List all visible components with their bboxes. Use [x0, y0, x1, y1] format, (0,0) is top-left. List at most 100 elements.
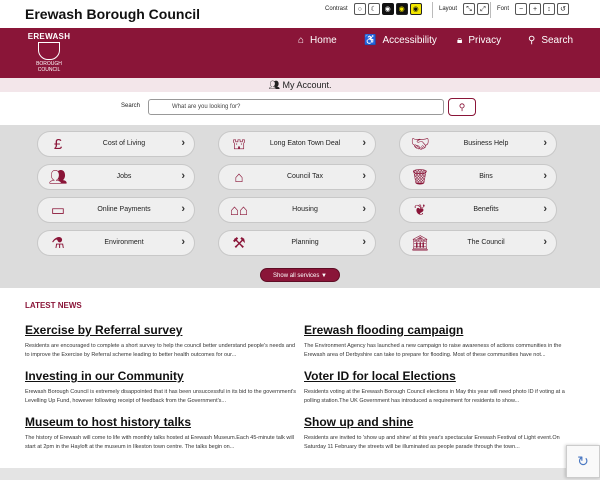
- nav-search-label: Search: [541, 35, 574, 46]
- people-group-icon: 👥︎: [48, 169, 68, 186]
- council-building-icon: 🏛︎: [410, 235, 430, 252]
- nav-accessibility[interactable]: ♿ Accessibility: [364, 35, 437, 46]
- news-article: Exercise by Referral survey Residents are…: [25, 323, 297, 360]
- chevron-right-icon: ›: [543, 137, 547, 149]
- contrast-default-button[interactable]: ○: [353, 3, 366, 15]
- service-tile-benefits[interactable]: ❦ Benefits ›: [399, 197, 557, 223]
- layout-controls: Layout ⤡ ⤢: [439, 3, 490, 15]
- service-tile-label: Long Eaton Town Deal: [269, 140, 341, 147]
- chevron-right-icon: ›: [543, 236, 547, 248]
- layout-narrow-button[interactable]: ⤡: [463, 3, 476, 15]
- handshake-icon: 🤝︎: [410, 136, 430, 153]
- news-article: Erewash flooding campaign The Environment…: [304, 323, 576, 360]
- news-article: Investing in our Community Erewash Boroug…: [25, 369, 297, 406]
- site-name[interactable]: Erewash Borough Council: [25, 6, 200, 22]
- nav-privacy[interactable]: 🔒︎ Privacy: [457, 35, 501, 46]
- service-tile-label: Jobs: [116, 173, 132, 180]
- chevron-right-icon: ›: [181, 137, 185, 149]
- service-tile-planning[interactable]: ⚒︎ Planning ›: [218, 230, 376, 256]
- nav-privacy-label: Privacy: [468, 35, 502, 46]
- service-tile-housing[interactable]: ⌂⌂ Housing ›: [218, 197, 376, 223]
- my-account-label: My Account.: [282, 80, 332, 90]
- news-article: Museum to host history talks The history …: [25, 415, 297, 452]
- font-reset-button[interactable]: ↺: [557, 3, 570, 15]
- service-tile-label: Council Tax: [286, 173, 324, 180]
- chevron-right-icon: ›: [543, 170, 547, 182]
- news-article-title-link[interactable]: Show up and shine: [304, 415, 576, 429]
- news-article-title-link[interactable]: Museum to host history talks: [25, 415, 297, 429]
- search-input[interactable]: What are you looking for?: [148, 99, 444, 115]
- news-article-title-link[interactable]: Investing in our Community: [25, 369, 297, 383]
- recaptcha-icon: ↻: [577, 453, 589, 469]
- spray-icon: ⚗︎: [51, 235, 65, 252]
- nav-home[interactable]: ⌂ Home: [298, 35, 337, 46]
- contrast-label: Contrast: [325, 6, 348, 12]
- home-icon: ⌂: [298, 35, 305, 46]
- service-tile-bins[interactable]: 🗑︎ Bins ›: [399, 164, 557, 190]
- news-article-summary: Residents are encouraged to complete a s…: [25, 343, 296, 358]
- council-logo[interactable]: EREWASH BOROUGH COUNCIL: [27, 32, 71, 74]
- news-article-summary: Residents are invited to 'show up and sh…: [304, 435, 560, 450]
- service-tile-environment[interactable]: ⚗︎ Environment ›: [37, 230, 195, 256]
- font-decrease-button[interactable]: −: [515, 3, 528, 15]
- font-increase-button[interactable]: +: [529, 3, 542, 15]
- news-article: Voter ID for local Elections Residents vo…: [304, 369, 576, 406]
- font-spacing-button[interactable]: ↕: [543, 3, 556, 15]
- search-icon: ⚲: [528, 35, 536, 46]
- search-icon: ⚲: [458, 101, 466, 112]
- town-hall-icon: ⛫: [232, 136, 246, 153]
- recaptcha-badge[interactable]: ↻: [566, 445, 600, 478]
- service-tile-business-help[interactable]: 🤝︎ Business Help ›: [399, 131, 557, 157]
- users-icon: 👥︎: [268, 80, 280, 90]
- news-article-summary: The Environment Agency has launched a ne…: [304, 343, 562, 358]
- site-header: EREWASH BOROUGH COUNCIL ⌂ Home ♿ Accessi…: [0, 28, 600, 78]
- nav-home-label: Home: [310, 35, 337, 46]
- service-tile-label: Cost of Living: [102, 140, 146, 147]
- show-all-services-button[interactable]: Show all services ▼: [260, 268, 340, 282]
- service-tile-label: Environment: [104, 239, 144, 246]
- layout-wide-button[interactable]: ⤢: [477, 3, 490, 15]
- service-tile-long-eaton-town-deal[interactable]: ⛫ Long Eaton Town Deal ›: [218, 131, 376, 157]
- contrast-yellow-black-button[interactable]: ◉: [395, 3, 408, 15]
- money-hand-icon: £: [53, 136, 63, 153]
- font-controls: Font − + ↕ ↺: [497, 3, 570, 15]
- chevron-right-icon: ›: [181, 236, 185, 248]
- nav-search[interactable]: ⚲ Search: [528, 35, 573, 46]
- service-tile-label: Housing: [292, 206, 318, 213]
- news-article: Show up and shine Residents are invited t…: [304, 415, 576, 452]
- nav-accessibility-label: Accessibility: [382, 35, 437, 46]
- service-tile-cost-of-living[interactable]: £ Cost of Living ›: [37, 131, 195, 157]
- layout-label: Layout: [439, 6, 458, 12]
- news-heading: LATEST NEWS: [25, 301, 82, 310]
- contrast-dark-mode-button[interactable]: ☾: [367, 3, 380, 15]
- my-account-link[interactable]: 👥︎ My Account.: [0, 78, 600, 92]
- news-article-title-link[interactable]: Voter ID for local Elections: [304, 369, 576, 383]
- service-tile-label: Planning: [291, 239, 319, 246]
- news-article-title-link[interactable]: Erewash flooding campaign: [304, 323, 576, 337]
- service-tile-label: Benefits: [473, 206, 499, 213]
- service-tile-label: Bins: [479, 173, 493, 180]
- contrast-black-yellow-button[interactable]: ◉: [409, 3, 422, 15]
- chevron-right-icon: ›: [362, 203, 366, 215]
- service-tile-jobs[interactable]: 👥︎ Jobs ›: [37, 164, 195, 190]
- divider: [490, 2, 491, 18]
- service-tile-label: Business Help: [463, 140, 509, 147]
- wheelie-bin-icon: 🗑︎: [410, 169, 430, 186]
- crest-icon: [38, 42, 60, 60]
- search-submit-button[interactable]: ⚲: [448, 98, 476, 116]
- contrast-high-button[interactable]: ◉: [381, 3, 394, 15]
- service-tile-label: Online Payments: [97, 206, 151, 213]
- service-tile-the-council[interactable]: 🏛︎ The Council ›: [399, 230, 557, 256]
- card-payment-icon: ▭: [50, 202, 66, 219]
- service-tile-council-tax[interactable]: ⌂ Council Tax ›: [218, 164, 376, 190]
- news-article-summary: Erewash Borough Council is extremely dis…: [25, 389, 297, 404]
- footer-band: [0, 468, 600, 480]
- logo-text-top: EREWASH: [27, 32, 71, 41]
- chevron-right-icon: ›: [181, 170, 185, 182]
- accessibility-icon: ♿: [364, 35, 377, 46]
- news-article-title-link[interactable]: Exercise by Referral survey: [25, 323, 297, 337]
- top-bar: Erewash Borough Council Contrast ○ ☾ ◉ ◉…: [0, 0, 600, 28]
- font-label: Font: [497, 6, 510, 12]
- contrast-controls: Contrast ○ ☾ ◉ ◉ ◉: [325, 3, 422, 15]
- service-tile-online-payments[interactable]: ▭ Online Payments ›: [37, 197, 195, 223]
